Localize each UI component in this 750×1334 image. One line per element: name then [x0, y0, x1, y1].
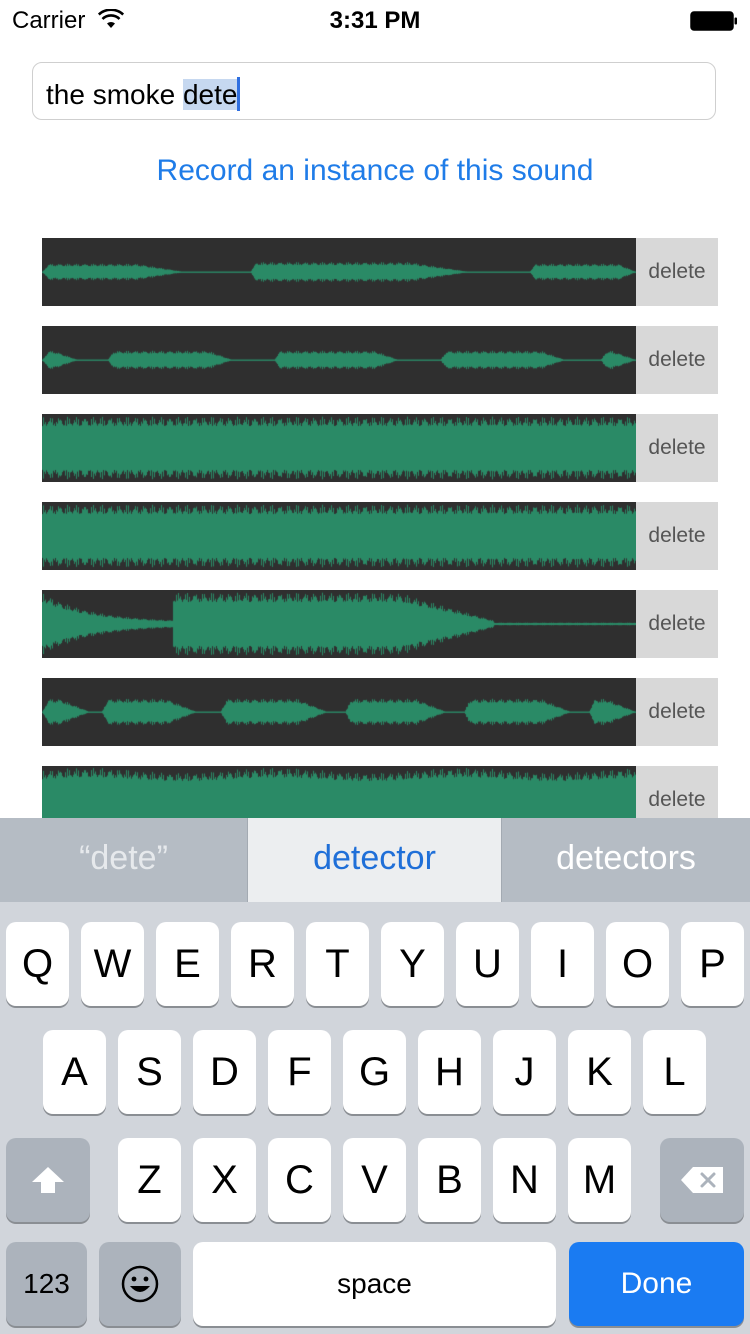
record-instance-link[interactable]: Record an instance of this sound: [0, 154, 750, 188]
key-g[interactable]: G: [343, 1030, 406, 1114]
recording-row: delete: [42, 590, 718, 658]
status-bar: Carrier 3:31 PM: [0, 0, 750, 40]
key-z[interactable]: Z: [118, 1138, 181, 1222]
done-key[interactable]: Done: [569, 1242, 744, 1326]
delete-button[interactable]: delete: [636, 678, 718, 746]
key-y[interactable]: Y: [381, 922, 444, 1006]
keyboard: Q W E R T Y U I O P A S D F G H J K L Z …: [0, 902, 750, 1334]
key-v[interactable]: V: [343, 1138, 406, 1222]
delete-button[interactable]: delete: [636, 590, 718, 658]
delete-button[interactable]: delete: [636, 766, 718, 818]
battery-icon: [690, 11, 737, 31]
waveform[interactable]: [42, 326, 636, 394]
numbers-key[interactable]: 123: [6, 1242, 87, 1326]
shift-arrow-icon: [32, 1167, 64, 1193]
suggestion-typed[interactable]: “dete”: [0, 818, 247, 902]
key-n[interactable]: N: [493, 1138, 556, 1222]
key-l[interactable]: L: [643, 1030, 706, 1114]
text-caret: [237, 77, 241, 111]
key-m[interactable]: M: [568, 1138, 631, 1222]
recording-row: delete: [42, 238, 718, 306]
delete-button[interactable]: delete: [636, 502, 718, 570]
key-s[interactable]: S: [118, 1030, 181, 1114]
key-x[interactable]: X: [193, 1138, 256, 1222]
delete-button[interactable]: delete: [636, 238, 718, 306]
suggestion-bar: “dete” detector detectors: [0, 818, 750, 902]
key-e[interactable]: E: [156, 922, 219, 1006]
space-key[interactable]: space: [193, 1242, 556, 1326]
key-k[interactable]: K: [568, 1030, 631, 1114]
recording-row: delete: [42, 414, 718, 482]
waveform[interactable]: [42, 678, 636, 746]
suggestion-primary[interactable]: detector: [248, 818, 501, 902]
emoji-icon: [121, 1265, 159, 1303]
key-c[interactable]: C: [268, 1138, 331, 1222]
key-b[interactable]: B: [418, 1138, 481, 1222]
delete-button[interactable]: delete: [636, 414, 718, 482]
suggestion-alternate[interactable]: detectors: [502, 818, 750, 902]
key-t[interactable]: T: [306, 922, 369, 1006]
key-f[interactable]: F: [268, 1030, 331, 1114]
status-time: 3:31 PM: [329, 7, 421, 34]
sound-name-selected-text: dete: [182, 79, 238, 110]
key-i[interactable]: I: [531, 922, 594, 1006]
waveform[interactable]: [42, 502, 636, 570]
backspace-icon: [681, 1167, 723, 1193]
shift-key[interactable]: [6, 1138, 90, 1222]
key-a[interactable]: A: [43, 1030, 106, 1114]
key-d[interactable]: D: [193, 1030, 256, 1114]
key-p[interactable]: P: [681, 922, 744, 1006]
sound-name-input[interactable]: the smoke dete: [32, 62, 716, 120]
recording-row: delete: [42, 326, 718, 394]
delete-button[interactable]: delete: [636, 326, 718, 394]
key-j[interactable]: J: [493, 1030, 556, 1114]
key-h[interactable]: H: [418, 1030, 481, 1114]
key-r[interactable]: R: [231, 922, 294, 1006]
recording-row: delete: [42, 678, 718, 746]
waveform[interactable]: [42, 238, 636, 306]
key-o[interactable]: O: [606, 922, 669, 1006]
key-q[interactable]: Q: [6, 922, 69, 1006]
sound-name-text: the smoke dete: [46, 77, 241, 111]
waveform[interactable]: [42, 590, 636, 658]
backspace-key[interactable]: [660, 1138, 744, 1222]
waveform[interactable]: [42, 414, 636, 482]
waveform[interactable]: [42, 766, 636, 818]
key-u[interactable]: U: [456, 922, 519, 1006]
recording-row: delete: [42, 502, 718, 570]
emoji-key[interactable]: [99, 1242, 181, 1326]
recording-row: delete: [42, 766, 718, 818]
sound-name-plain-text: the smoke: [46, 79, 183, 110]
key-w[interactable]: W: [81, 922, 144, 1006]
recordings-list[interactable]: delete delete delete delete delete delet…: [42, 238, 718, 818]
